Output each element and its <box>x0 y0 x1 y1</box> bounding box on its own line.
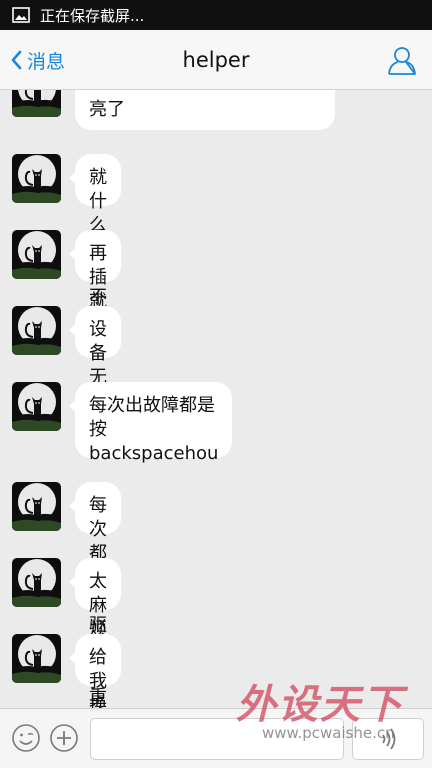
avatar[interactable] <box>12 90 61 117</box>
voice-icon <box>382 728 396 750</box>
message-bubble[interactable]: 太麻烦了 <box>69 558 121 664</box>
emoji-icon[interactable] <box>10 722 42 754</box>
chat-header: 消息 helper <box>0 30 432 90</box>
message-bubble[interactable]: 再插就这样 <box>69 230 121 360</box>
avatar[interactable] <box>12 482 61 531</box>
message-text: 给我换货吧 <box>89 647 107 708</box>
message-input[interactable] <box>90 718 344 760</box>
back-button[interactable]: 消息 <box>10 30 65 90</box>
avatar[interactable] <box>12 558 61 607</box>
voice-button[interactable] <box>352 718 424 760</box>
message-bubble[interactable]: 给我换货吧 <box>69 634 121 708</box>
status-text: 正在保存截屏... <box>40 6 145 25</box>
message-bubble[interactable]: 就什么也按不动了 <box>69 154 121 356</box>
avatar[interactable] <box>12 154 61 203</box>
image-icon <box>12 7 30 23</box>
message-bubble[interactable]: 亮了 <box>75 90 335 130</box>
message-text: 亮了 <box>89 99 125 120</box>
avatar[interactable] <box>12 634 61 683</box>
profile-icon[interactable] <box>386 44 418 76</box>
back-chevron-icon <box>11 50 22 70</box>
message-text-line: 按backspacehou <box>89 419 219 464</box>
avatar[interactable] <box>12 230 61 279</box>
message-bubble[interactable]: 设备无法驱动 <box>69 306 121 460</box>
status-bar: 正在保存截屏... <box>0 0 432 30</box>
message-list[interactable]: 亮了 就什么也按不动了 再插就这样 设备无法驱动 每次出故障都是 按backsp… <box>0 90 432 708</box>
avatar[interactable] <box>12 382 61 431</box>
message-text-line: 每次出故障都是 <box>89 395 215 416</box>
plus-icon[interactable] <box>48 722 80 754</box>
message-bubble[interactable]: 每次都卸载驱动后重装才行 <box>69 482 121 708</box>
input-bar <box>0 708 432 768</box>
avatar[interactable] <box>12 306 61 355</box>
message-bubble[interactable]: 每次出故障都是 按backspacehou <box>68 382 233 464</box>
back-label: 消息 <box>27 50 66 73</box>
